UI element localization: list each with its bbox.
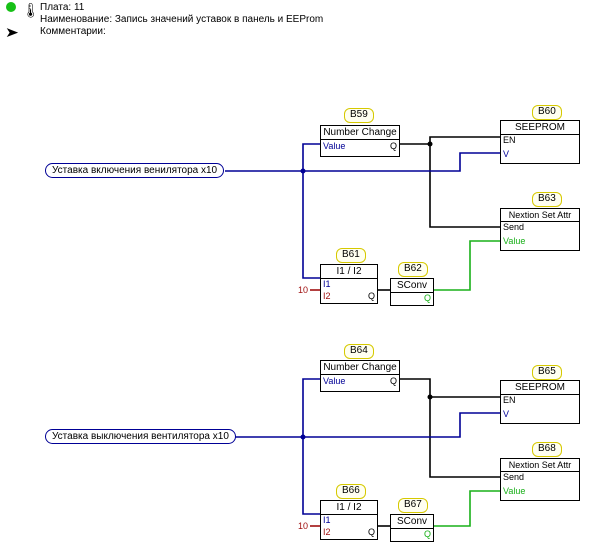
constant-value: 10	[298, 521, 308, 531]
block-number-change[interactable]: Number Change Value Q	[320, 125, 400, 157]
block-nextion-set-attr[interactable]: Nextion Set Attr Send Value	[500, 208, 580, 251]
block-tag: B60	[532, 105, 562, 120]
block-tag: B63	[532, 192, 562, 207]
block-tag: B65	[532, 365, 562, 380]
source-bubble[interactable]: Уставка выключения вентилятора x10	[45, 429, 236, 444]
block-sconv[interactable]: SConv Q	[390, 514, 434, 542]
block-tag: B68	[532, 442, 562, 457]
block-tag: B59	[344, 108, 374, 123]
block-nextion-set-attr[interactable]: Nextion Set Attr Send Value	[500, 458, 580, 501]
block-tag: B64	[344, 344, 374, 359]
block-divider[interactable]: I1 / I2 I1 I2 Q	[320, 264, 378, 304]
block-divider[interactable]: I1 / I2 I1 I2 Q	[320, 500, 378, 540]
block-tag: B66	[336, 484, 366, 499]
source-bubble[interactable]: Уставка включения венилятора x10	[45, 163, 224, 178]
block-tag: B62	[398, 262, 428, 277]
block-tag: B61	[336, 248, 366, 263]
block-seeprom[interactable]: SEEPROM EN V	[500, 380, 580, 424]
block-tag: B67	[398, 498, 428, 513]
constant-value: 10	[298, 285, 308, 295]
block-sconv[interactable]: SConv Q	[390, 278, 434, 306]
diagram-canvas: 🌡 ➤ Плата: 11 Наименование: Запись значе…	[0, 0, 600, 542]
block-number-change[interactable]: Number Change Value Q	[320, 360, 400, 392]
block-seeprom[interactable]: SEEPROM EN V	[500, 120, 580, 164]
